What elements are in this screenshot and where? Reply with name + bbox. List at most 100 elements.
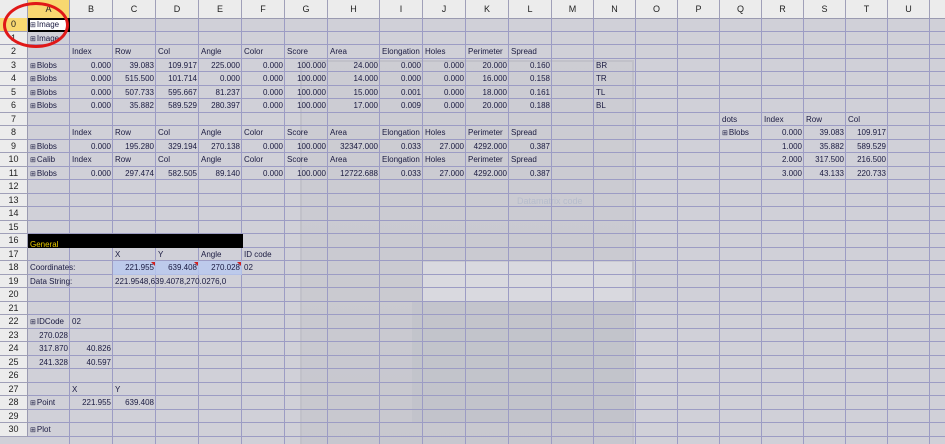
spreadsheet[interactable]: Datamatrix code ABCDEFGHIJKLMNOPQRSTU 01… xyxy=(0,0,945,444)
cell[interactable]: Index xyxy=(762,113,804,127)
row-header-15[interactable]: 15 xyxy=(0,220,28,234)
column-header-m[interactable]: M xyxy=(552,0,594,18)
cell[interactable]: Spread xyxy=(509,45,552,59)
cell[interactable]: 39.083 xyxy=(113,59,156,73)
cell[interactable]: 100.000 xyxy=(285,72,328,86)
cell[interactable]: 40.597 xyxy=(70,356,113,370)
column-header-p[interactable]: P xyxy=(678,0,720,18)
cell[interactable]: Spread xyxy=(509,153,552,167)
cell[interactable]: 0.000 xyxy=(70,167,113,181)
column-header-n[interactable]: N xyxy=(594,0,636,18)
cell[interactable]: Color xyxy=(242,126,285,140)
cell[interactable]: 18.000 xyxy=(466,86,509,100)
row-header-19[interactable]: 19 xyxy=(0,274,28,288)
cell[interactable]: Angle xyxy=(199,153,242,167)
cell[interactable]: 0.158 xyxy=(509,72,552,86)
row-header-23[interactable]: 23 xyxy=(0,328,28,342)
cell[interactable]: Row xyxy=(113,153,156,167)
cell[interactable]: 317.870 xyxy=(28,342,70,356)
cell[interactable]: 589.529 xyxy=(846,140,888,154)
row-header-10[interactable]: 10 xyxy=(0,153,28,167)
cell[interactable]: 0.000 xyxy=(70,72,113,86)
cell[interactable]: 109.917 xyxy=(846,126,888,140)
row-header-4[interactable]: 4 xyxy=(0,72,28,86)
row-header-9[interactable]: 9 xyxy=(0,139,28,153)
cell[interactable]: 0.000 xyxy=(242,99,285,113)
cell[interactable]: 100.000 xyxy=(285,59,328,73)
cell[interactable]: X xyxy=(113,248,156,262)
cell[interactable]: 0.033 xyxy=(380,140,423,154)
cell[interactable]: Coordinates: xyxy=(28,261,75,275)
cell[interactable]: 4292.000 xyxy=(466,167,509,181)
cell[interactable]: Color xyxy=(242,45,285,59)
cell[interactable]: Y xyxy=(156,248,199,262)
cell[interactable]: Perimeter xyxy=(466,126,509,140)
cell[interactable]: 81.237 xyxy=(199,86,242,100)
cell[interactable]: 0.387 xyxy=(509,167,552,181)
cell[interactable]: X xyxy=(70,383,113,397)
cell[interactable]: Col xyxy=(846,113,888,127)
cell[interactable]: 270.138 xyxy=(199,140,242,154)
object-cell[interactable]: ⊞Calib xyxy=(28,153,70,167)
cell[interactable]: 100.000 xyxy=(285,99,328,113)
row-header-21[interactable]: 21 xyxy=(0,301,28,315)
cell[interactable]: Area xyxy=(328,45,380,59)
cell[interactable]: 507.733 xyxy=(113,86,156,100)
cell[interactable]: 2.000 xyxy=(762,153,804,167)
column-header-q[interactable]: Q xyxy=(720,0,762,18)
cell[interactable]: 27.000 xyxy=(423,140,466,154)
cell[interactable]: 0.000 xyxy=(423,99,466,113)
cell[interactable]: 589.529 xyxy=(156,99,199,113)
row-header-13[interactable]: 13 xyxy=(0,193,28,207)
cell[interactable]: 0.000 xyxy=(762,126,804,140)
column-header-r[interactable]: R xyxy=(762,0,804,18)
cell[interactable]: Elongation xyxy=(380,126,423,140)
cell[interactable]: 195.280 xyxy=(113,140,156,154)
row-header-16[interactable]: 16 xyxy=(0,234,28,248)
cell[interactable]: Col xyxy=(156,153,199,167)
cell[interactable]: 0.000 xyxy=(70,59,113,73)
cell[interactable]: 329.194 xyxy=(156,140,199,154)
cell[interactable]: 100.000 xyxy=(285,86,328,100)
object-cell[interactable]: ⊞Blobs xyxy=(28,99,70,113)
cell[interactable]: Row xyxy=(113,45,156,59)
row-header-17[interactable]: 17 xyxy=(0,247,28,261)
cell[interactable]: 02 xyxy=(70,315,113,329)
cell[interactable]: Area xyxy=(328,126,380,140)
cell[interactable]: 241.328 xyxy=(28,356,70,370)
cell[interactable]: 280.397 xyxy=(199,99,242,113)
cell[interactable]: 0.387 xyxy=(509,140,552,154)
cell[interactable]: 15.000 xyxy=(328,86,380,100)
column-header-o[interactable]: O xyxy=(636,0,678,18)
object-cell[interactable]: ⊞Blobs xyxy=(28,59,70,73)
cell[interactable]: 639.408 xyxy=(113,396,156,410)
object-cell[interactable]: ⊞IDCode xyxy=(28,315,70,329)
cell[interactable]: 221.955 xyxy=(113,261,156,275)
cell[interactable]: 0.000 xyxy=(242,72,285,86)
cell[interactable]: 109.917 xyxy=(156,59,199,73)
cell[interactable]: 89.140 xyxy=(199,167,242,181)
cell[interactable]: 0.033 xyxy=(380,167,423,181)
cell[interactable]: 100.000 xyxy=(285,140,328,154)
cell[interactable]: 221.9548,639.4078,270.0276,0 xyxy=(113,275,226,289)
cell[interactable]: 0.000 xyxy=(242,140,285,154)
object-cell[interactable]: ⊞Plot xyxy=(28,423,70,437)
cell[interactable]: 101.714 xyxy=(156,72,199,86)
cell[interactable]: 0.000 xyxy=(242,167,285,181)
cell[interactable]: ID code xyxy=(242,248,285,262)
cell[interactable]: 20.000 xyxy=(466,59,509,73)
cell[interactable]: 0.000 xyxy=(380,59,423,73)
cell[interactable]: Perimeter xyxy=(466,45,509,59)
cell[interactable]: Col xyxy=(156,45,199,59)
cell[interactable]: 17.000 xyxy=(328,99,380,113)
column-header-l[interactable]: L xyxy=(509,0,552,18)
cell[interactable]: 27.000 xyxy=(423,167,466,181)
cell[interactable]: 225.000 xyxy=(199,59,242,73)
cell[interactable]: 0.000 xyxy=(70,140,113,154)
cell[interactable]: 14.000 xyxy=(328,72,380,86)
cell[interactable]: dots xyxy=(720,113,762,127)
column-header-f[interactable]: F xyxy=(242,0,285,18)
cell[interactable]: Holes xyxy=(423,45,466,59)
cell[interactable]: Holes xyxy=(423,153,466,167)
column-header-i[interactable]: I xyxy=(380,0,423,18)
